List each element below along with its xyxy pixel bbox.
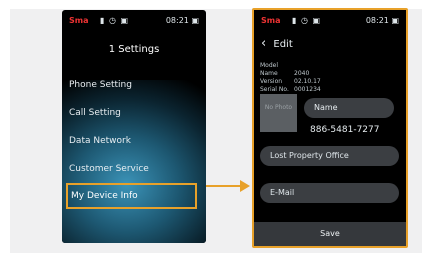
status-icons: ▮ ◷ ▣ bbox=[100, 16, 130, 25]
info-row: Serial No. 0001234 bbox=[260, 86, 321, 94]
menu-item-data-network[interactable]: Data Network bbox=[69, 127, 197, 155]
menu-item-customer-service[interactable]: Customer Service bbox=[69, 155, 197, 183]
settings-phone-screen: Sma ▮ ◷ ▣ 08:21 ▣ 1 Settings Phone Setti… bbox=[62, 10, 206, 243]
name-field[interactable]: Name bbox=[304, 98, 394, 118]
device-info-list: Model Name 2040 Version 02.10.17 Serial No… bbox=[260, 62, 321, 94]
info-value: 02.10.17 bbox=[294, 78, 321, 85]
photo-placeholder[interactable]: No Photo bbox=[260, 94, 297, 132]
chevron-left-icon: ‹ bbox=[261, 36, 267, 51]
status-bar: Sma ▮ ◷ ▣ 08:21 ▣ bbox=[254, 10, 406, 30]
status-icons: ▮ ◷ ▣ bbox=[292, 16, 322, 25]
status-time: 08:21 ▣ bbox=[365, 16, 399, 25]
connector-arrow-icon bbox=[240, 180, 250, 192]
settings-title: 1 Settings bbox=[108, 44, 160, 55]
menu-item-call-setting[interactable]: Call Setting bbox=[69, 99, 197, 127]
device-info-phone-screen: Sma ▮ ◷ ▣ 08:21 ▣ ‹ Edit Model Name 2040 … bbox=[252, 8, 408, 248]
menu-item-phone-setting[interactable]: Phone Setting bbox=[69, 71, 197, 99]
info-label: Model Name bbox=[260, 62, 279, 77]
info-value: 2040 bbox=[294, 70, 310, 77]
status-bar: Sma ▮ ◷ ▣ 08:21 ▣ bbox=[62, 10, 206, 30]
info-row: Version 02.10.17 bbox=[260, 78, 321, 86]
info-label: Version bbox=[260, 78, 283, 85]
phone-number: 886-5481-7277 bbox=[310, 125, 380, 135]
save-button[interactable]: Save bbox=[254, 222, 406, 246]
lost-property-office-field[interactable]: Lost Property Office bbox=[260, 146, 399, 166]
info-row: Model Name 2040 bbox=[260, 62, 321, 78]
info-label: Serial No. bbox=[260, 86, 289, 93]
info-value: 0001234 bbox=[294, 86, 321, 93]
edit-title: Edit bbox=[273, 39, 293, 50]
carrier-label: Sma bbox=[69, 16, 89, 25]
back-button[interactable]: ‹ Edit bbox=[261, 36, 293, 51]
status-time: 08:21 ▣ bbox=[165, 16, 199, 25]
email-field[interactable]: E-Mail bbox=[260, 183, 399, 203]
connector-line bbox=[206, 185, 242, 187]
settings-menu: Phone Setting Call Setting Data Network … bbox=[66, 71, 197, 209]
menu-item-my-device-info[interactable]: My Device Info bbox=[66, 183, 197, 209]
carrier-label: Sma bbox=[261, 16, 281, 25]
